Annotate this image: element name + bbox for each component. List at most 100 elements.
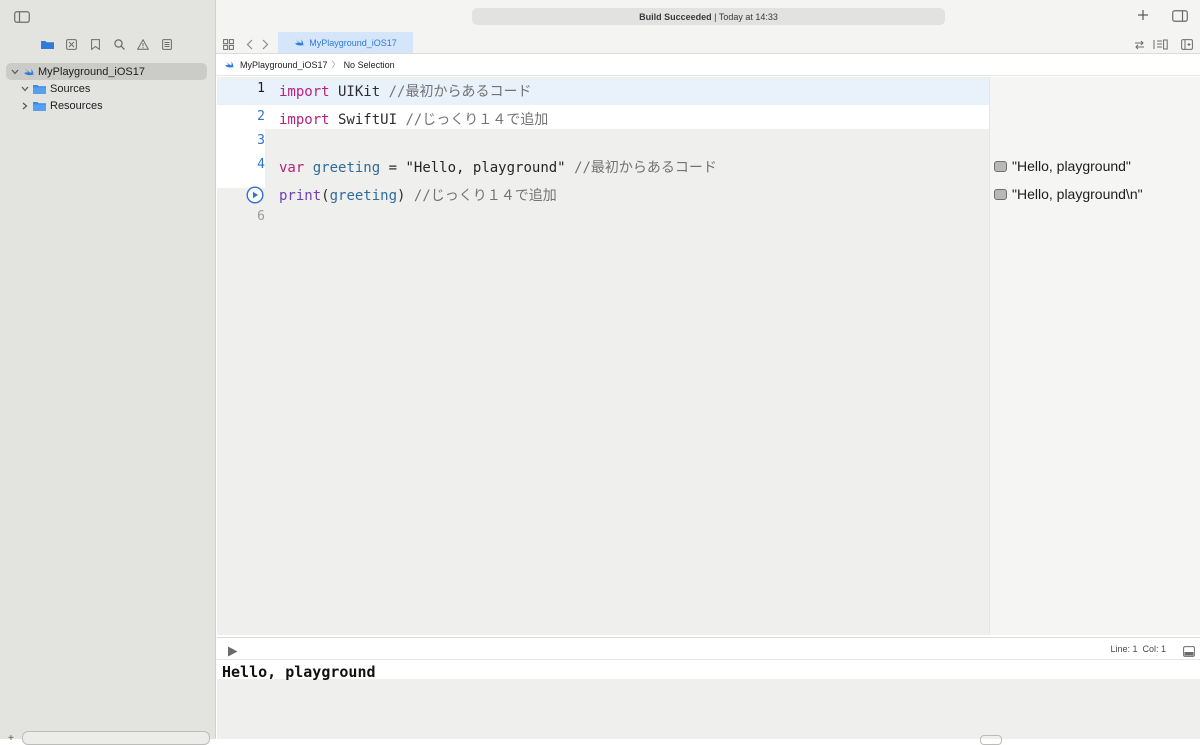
cursor-position: Line: 1 Col: 1: [1110, 644, 1166, 654]
report-navigator-tab[interactable]: [158, 35, 176, 53]
folder-icon: [33, 101, 46, 111]
navigator-tabs: [0, 32, 215, 56]
code-token: ): [397, 188, 414, 204]
swap-arrows-icon: [1135, 40, 1144, 50]
code-token: import: [279, 84, 330, 100]
code-token: var: [279, 160, 305, 176]
file-tab[interactable]: MyPlayground_iOS17: [278, 32, 413, 53]
bookmark-navigator-tab[interactable]: [86, 35, 104, 53]
editor-lines-icon: [1153, 39, 1168, 50]
report-icon: [162, 38, 172, 50]
issue-navigator-tab[interactable]: [134, 35, 152, 53]
sidebar-left-icon: [14, 11, 30, 23]
console-filter-field[interactable]: [980, 735, 1002, 745]
source-control-navigator-tab[interactable]: [62, 35, 80, 53]
toggle-inspector-button[interactable]: [1172, 9, 1188, 27]
play-icon: [228, 646, 238, 657]
code-line[interactable]: print(greeting) //じっくり１４で追加: [217, 185, 989, 211]
code-line[interactable]: 4 var greeting = "Hello, playground" //最初…: [217, 157, 989, 183]
adjust-editor-button[interactable]: [1134, 37, 1145, 55]
line-number: 1: [257, 81, 265, 96]
swift-icon: [294, 38, 304, 47]
debug-bar: Line: 1 Col: 1: [217, 637, 1200, 660]
split-editor-icon: [1181, 39, 1193, 50]
result-value: "Hello, playground": [1012, 158, 1131, 174]
navigator-sidebar: MyPlayground_iOS17 Sources Resources +: [0, 0, 216, 745]
tree-item-sources[interactable]: Sources: [0, 80, 215, 97]
jump-bar: MyPlayground_iOS17 〉 No Selection: [216, 54, 1200, 76]
grid-icon: [223, 39, 234, 50]
code-line[interactable]: 3: [217, 133, 989, 159]
result-value: "Hello, playground\n": [1012, 186, 1143, 202]
window-toolbar: Build Succeeded | Today at 14:33: [216, 0, 1200, 32]
source-control-icon: [65, 38, 77, 50]
chevron-right-icon: [262, 39, 269, 50]
folder-fill-icon: [40, 41, 54, 49]
code-token: print: [279, 188, 322, 204]
line-number: 3: [257, 133, 265, 148]
line-number: 2: [257, 109, 265, 124]
chevron-down-icon[interactable]: [19, 86, 31, 92]
line-number: 6: [257, 209, 265, 224]
code-token: greeting: [329, 188, 398, 204]
console-output-row: Hello, playground: [217, 660, 1200, 681]
quick-look-icon[interactable]: [994, 160, 1007, 172]
tree-item-label: Resources: [50, 99, 103, 112]
forward-button[interactable]: [262, 37, 269, 55]
chevron-left-icon: [246, 39, 253, 50]
add-editor-button[interactable]: [1181, 37, 1193, 55]
tree-item-project[interactable]: MyPlayground_iOS17: [6, 63, 207, 80]
code-text: print(greeting) //じっくり１４で追加: [279, 185, 557, 205]
filter-field[interactable]: [22, 731, 210, 745]
console-output: Hello, playground: [222, 663, 376, 681]
code-token: import: [279, 112, 330, 128]
swift-icon: [23, 67, 34, 77]
code-token: //じっくり１４で追加: [413, 188, 557, 204]
project-navigator-tab[interactable]: [38, 35, 56, 53]
project-tree: MyPlayground_iOS17 Sources Resources: [0, 60, 215, 114]
add-library-button[interactable]: [1137, 8, 1149, 26]
code-token: =: [380, 160, 406, 176]
code-token: "Hello, playground": [405, 160, 566, 176]
code-token: //じっくり１４で追加: [405, 112, 549, 128]
run-to-line-button[interactable]: [246, 186, 264, 209]
related-items-button[interactable]: [223, 37, 234, 55]
code-token: (: [321, 188, 330, 204]
result-item[interactable]: "Hello, playground\n": [994, 186, 1143, 202]
code-editor[interactable]: 1 import UIKit //最初からあるコード 2 import SwiftUI…: [217, 77, 989, 635]
build-status-result: Build Succeeded: [639, 11, 712, 22]
chevron-right-icon[interactable]: [19, 102, 31, 110]
sidebar-right-icon: [1172, 10, 1188, 22]
code-line[interactable]: 6: [217, 209, 989, 235]
file-tab-label: MyPlayground_iOS17: [309, 37, 397, 48]
plus-icon: [1138, 10, 1148, 20]
toggle-sidebar-button[interactable]: [14, 10, 30, 28]
editor-tab-bar: MyPlayground_iOS17: [216, 32, 1200, 54]
code-line[interactable]: 2 import SwiftUI //じっくり１４で追加: [217, 109, 989, 135]
back-button[interactable]: [246, 37, 253, 55]
console-icon: [1183, 646, 1195, 657]
code-text: var greeting = "Hello, playground" //最初か…: [279, 157, 717, 177]
tree-item-resources[interactable]: Resources: [0, 97, 215, 114]
editor-options-button[interactable]: [1153, 37, 1168, 55]
tree-item-label: Sources: [50, 82, 91, 95]
console-area[interactable]: Hello, playground: [217, 660, 1200, 745]
chevron-down-icon[interactable]: [9, 69, 21, 75]
results-sidebar: "Hello, playground" "Hello, playground\n…: [989, 77, 1200, 635]
jump-bar-selection[interactable]: No Selection: [344, 60, 395, 70]
jump-bar-file[interactable]: MyPlayground_iOS17: [240, 60, 328, 70]
jump-bar-separator: 〉: [331, 60, 340, 69]
find-navigator-tab[interactable]: [110, 35, 128, 53]
result-item[interactable]: "Hello, playground": [994, 158, 1131, 174]
code-line[interactable]: 1 import UIKit //最初からあるコード: [217, 81, 989, 107]
code-token: UIKit: [329, 84, 389, 100]
quick-look-icon[interactable]: [994, 188, 1007, 200]
search-icon: [113, 38, 125, 50]
folder-icon: [33, 84, 46, 94]
code-token: //最初からあるコード: [388, 84, 532, 100]
line-number: 4: [257, 157, 265, 172]
code-text: import SwiftUI //じっくり１４で追加: [279, 109, 548, 129]
swift-icon: [224, 60, 234, 69]
